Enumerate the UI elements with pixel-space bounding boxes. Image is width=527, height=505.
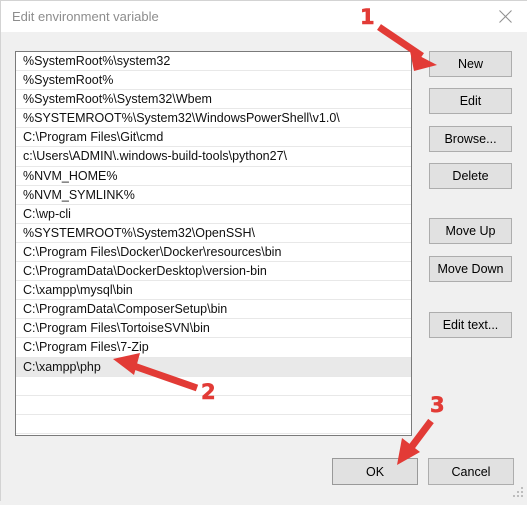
close-glyph [499, 10, 512, 23]
cancel-button[interactable]: Cancel [428, 458, 514, 485]
path-list-item[interactable]: C:\Program Files\Docker\Docker\resources… [16, 242, 411, 263]
path-list-item[interactable]: C:\Program Files\7-Zip [16, 338, 411, 358]
path-list-item[interactable]: %SystemRoot%\System32\Wbem [16, 90, 411, 110]
ok-button[interactable]: OK [332, 458, 418, 485]
dialog-client-area: %SystemRoot%\system32 %SystemRoot% %System… [1, 32, 527, 502]
path-list-item[interactable]: %NVM_HOME% [16, 166, 411, 186]
path-list-item[interactable]: %NVM_SYMLINK% [16, 185, 411, 205]
close-icon[interactable] [483, 1, 527, 32]
path-list-item[interactable]: C:\Program Files\TortoiseSVN\bin [16, 319, 411, 339]
path-list-item[interactable]: C:\ProgramData\DockerDesktop\version-bin [16, 262, 411, 282]
path-list-item[interactable]: C:\Program Files\Git\cmd [16, 128, 411, 148]
title-bar: Edit environment variable [1, 1, 527, 32]
path-list-item[interactable]: %SystemRoot%\system32 [16, 52, 411, 72]
path-list-empty-row[interactable] [16, 414, 411, 434]
resize-grip-icon[interactable] [511, 485, 525, 499]
browse-button[interactable]: Browse... [429, 126, 512, 152]
path-list-empty-row[interactable] [16, 376, 411, 396]
move-down-button[interactable]: Move Down [429, 256, 512, 282]
path-list-item[interactable]: %SYSTEMROOT%\System32\WindowsPowerShell\… [16, 109, 411, 129]
path-list-item[interactable]: C:\xampp\mysql\bin [16, 281, 411, 301]
path-list-item[interactable]: C:\ProgramData\ComposerSetup\bin [16, 300, 411, 320]
move-up-button[interactable]: Move Up [429, 218, 512, 244]
path-list-item[interactable]: %SYSTEMROOT%\System32\OpenSSH\ [16, 223, 411, 243]
edit-button[interactable]: Edit [429, 88, 512, 114]
new-button[interactable]: New [429, 51, 512, 77]
path-list-item[interactable]: %SystemRoot% [16, 71, 411, 91]
edit-environment-variable-dialog: Edit environment variable %SystemRoot%\s… [0, 0, 527, 502]
window-title: Edit environment variable [12, 9, 159, 24]
edit-text-button[interactable]: Edit text... [429, 312, 512, 338]
path-list[interactable]: %SystemRoot%\system32 %SystemRoot% %System… [15, 51, 412, 436]
path-list-item[interactable]: C:\wp-cli [16, 204, 411, 224]
path-list-empty-row[interactable] [16, 395, 411, 415]
path-list-item[interactable]: C:\xampp\php [16, 357, 411, 377]
path-list-item[interactable]: c:\Users\ADMIN\.windows-build-tools\pyth… [16, 147, 411, 167]
delete-button[interactable]: Delete [429, 163, 512, 189]
